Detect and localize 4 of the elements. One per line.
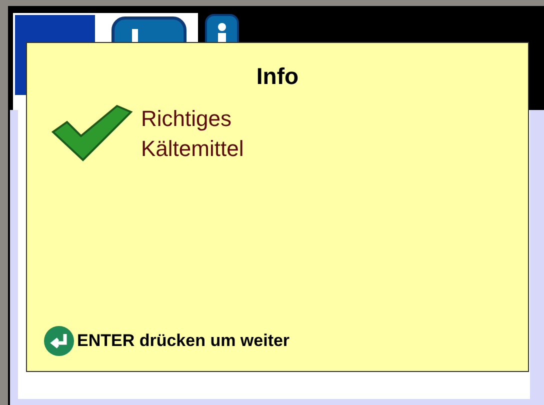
dialog-title: Info bbox=[256, 63, 299, 90]
hint-text: ENTER drücken um weiter bbox=[77, 331, 290, 351]
enter-icon bbox=[43, 325, 75, 357]
message: Richtiges Kältemittel bbox=[141, 105, 244, 163]
